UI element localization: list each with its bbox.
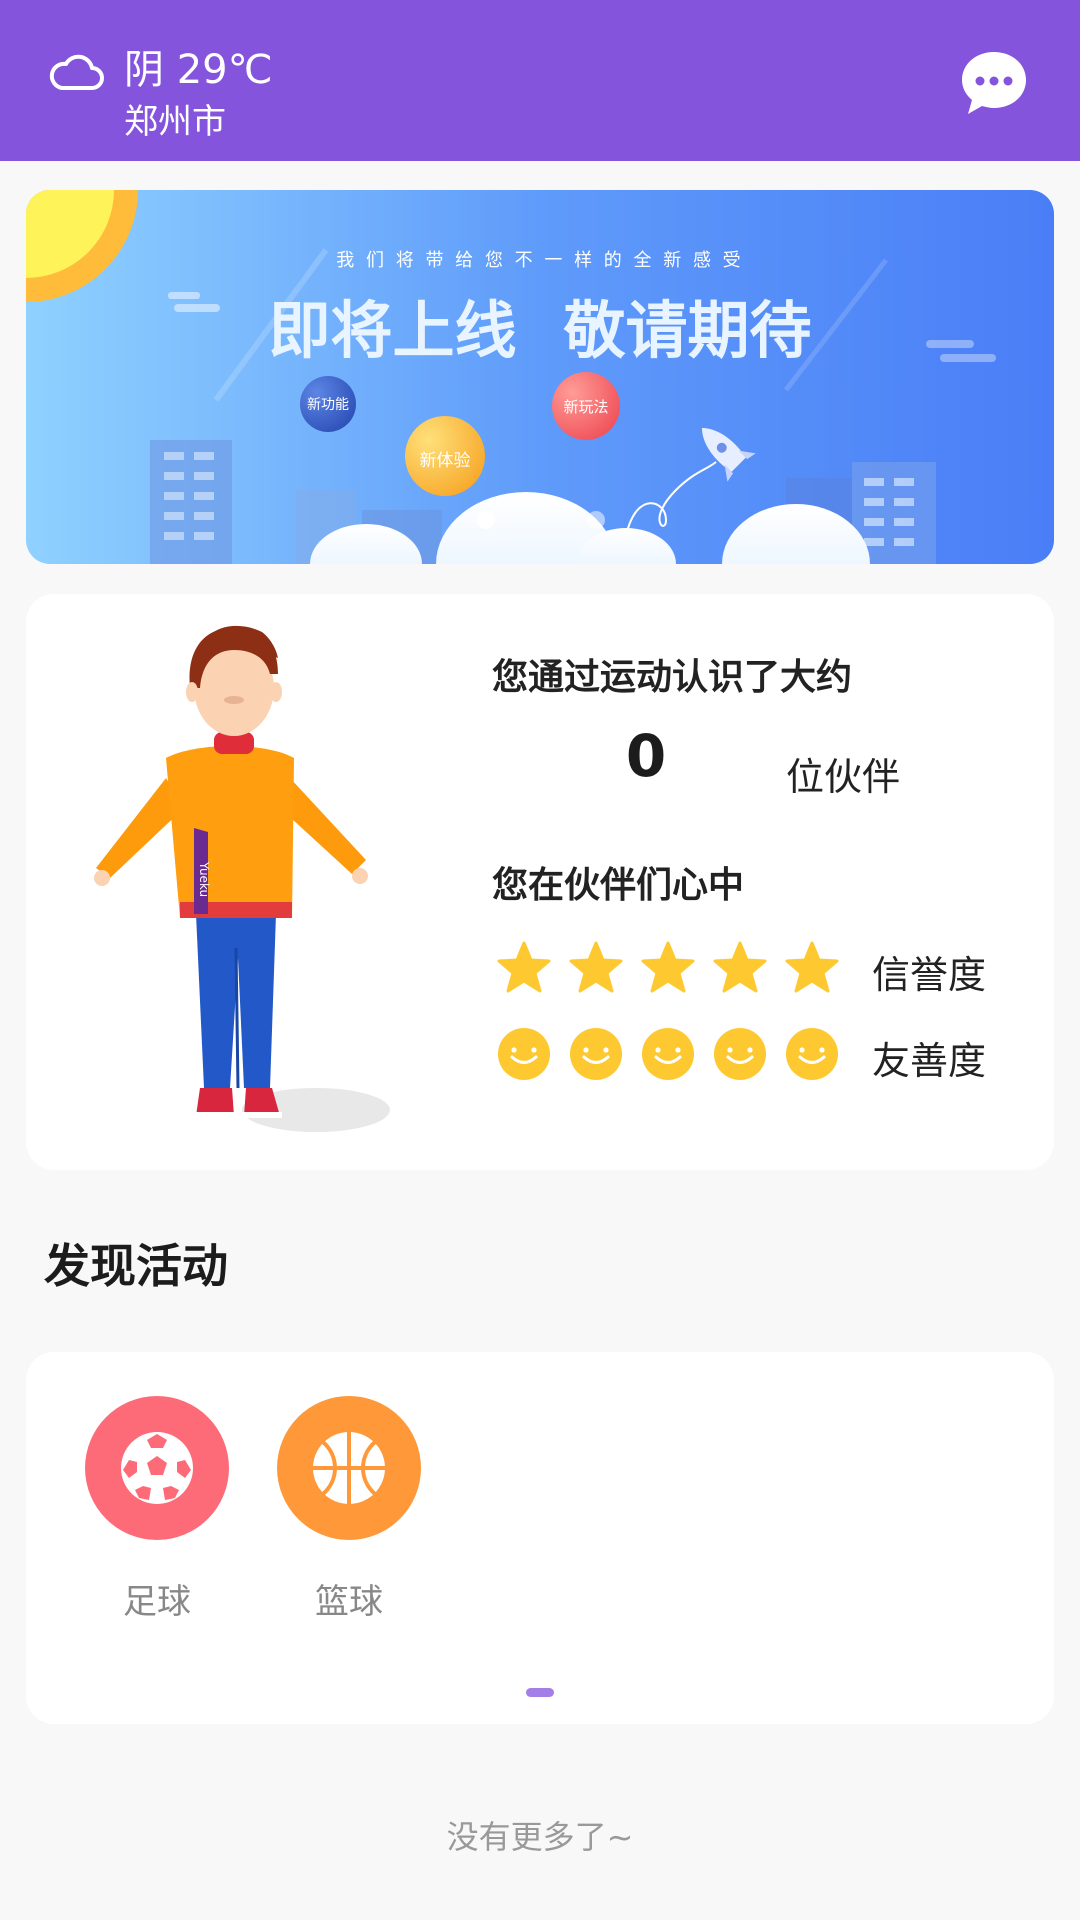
bubble-new-gameplay: 新玩法	[563, 398, 609, 416]
soccer-circle[interactable]	[85, 1396, 229, 1540]
svg-text:Yueku: Yueku	[197, 861, 211, 897]
basketball-icon	[313, 1432, 385, 1504]
banner-title-left: 即将上线	[268, 294, 517, 367]
activity-card: 足球 篮球	[26, 1352, 1054, 1724]
smiley-icon	[570, 1028, 622, 1080]
banner-subtitle: 我 们 将 带 给 您 不 一 样 的 全 新 感 受	[336, 250, 744, 271]
smiley-icon	[786, 1028, 838, 1080]
activity-label-soccer: 足球	[123, 1582, 191, 1622]
star-icon	[569, 941, 623, 993]
carousel-dot-active	[477, 511, 495, 529]
credit-rating-row: 信誉度	[496, 940, 986, 997]
star-icon	[713, 941, 767, 993]
smiley-icon	[498, 1028, 550, 1080]
star-icon	[785, 941, 839, 993]
city-name: 郑州市	[124, 102, 226, 142]
avatar-character: Yueku	[94, 625, 390, 1132]
top-bar: 阴 29℃ 郑州市	[0, 0, 1080, 161]
chat-bubble-icon[interactable]	[960, 48, 1028, 116]
credit-label: 信誉度	[872, 953, 987, 997]
cloud-icon	[49, 54, 104, 90]
activity-soccer[interactable]: 足球	[82, 1396, 232, 1623]
reputation-heading: 您在伙伴们心中	[492, 865, 745, 906]
soccer-ball-icon	[121, 1432, 193, 1504]
friendly-rating-row: 友善度	[496, 1026, 986, 1083]
weather-text: 阴 29℃	[124, 47, 273, 93]
partners-unit: 位伙伴	[786, 755, 901, 799]
star-icon	[641, 941, 695, 993]
page-indicator	[526, 1688, 554, 1697]
partners-count: 0	[625, 722, 667, 790]
activity-label-basketball: 篮球	[315, 1582, 383, 1622]
no-more-text: 没有更多了~	[446, 1818, 634, 1856]
activity-basketball[interactable]: 篮球	[274, 1396, 424, 1623]
smiley-icon	[714, 1028, 766, 1080]
profile-card: Yueku 您通过运动认识了大约 0 位伙伴 您在伙伴们心中 信誉度 友善度	[26, 594, 1054, 1170]
promo-banner[interactable]: 我 们 将 带 给 您 不 一 样 的 全 新 感 受 即将上线 敬请期待 新功…	[26, 190, 1054, 564]
partners-intro-text: 您通过运动认识了大约	[492, 657, 853, 698]
star-icon	[497, 941, 551, 993]
bubble-new-feature: 新功能	[307, 397, 349, 413]
banner-title-right: 敬请期待	[563, 294, 812, 367]
smiley-icon	[642, 1028, 694, 1080]
basketball-circle[interactable]	[277, 1396, 421, 1540]
carousel-dot	[587, 511, 605, 529]
bubble-new-experience: 新体验	[419, 451, 471, 471]
friendly-label: 友善度	[872, 1039, 987, 1083]
section-title-activities: 发现活动	[44, 1239, 228, 1293]
